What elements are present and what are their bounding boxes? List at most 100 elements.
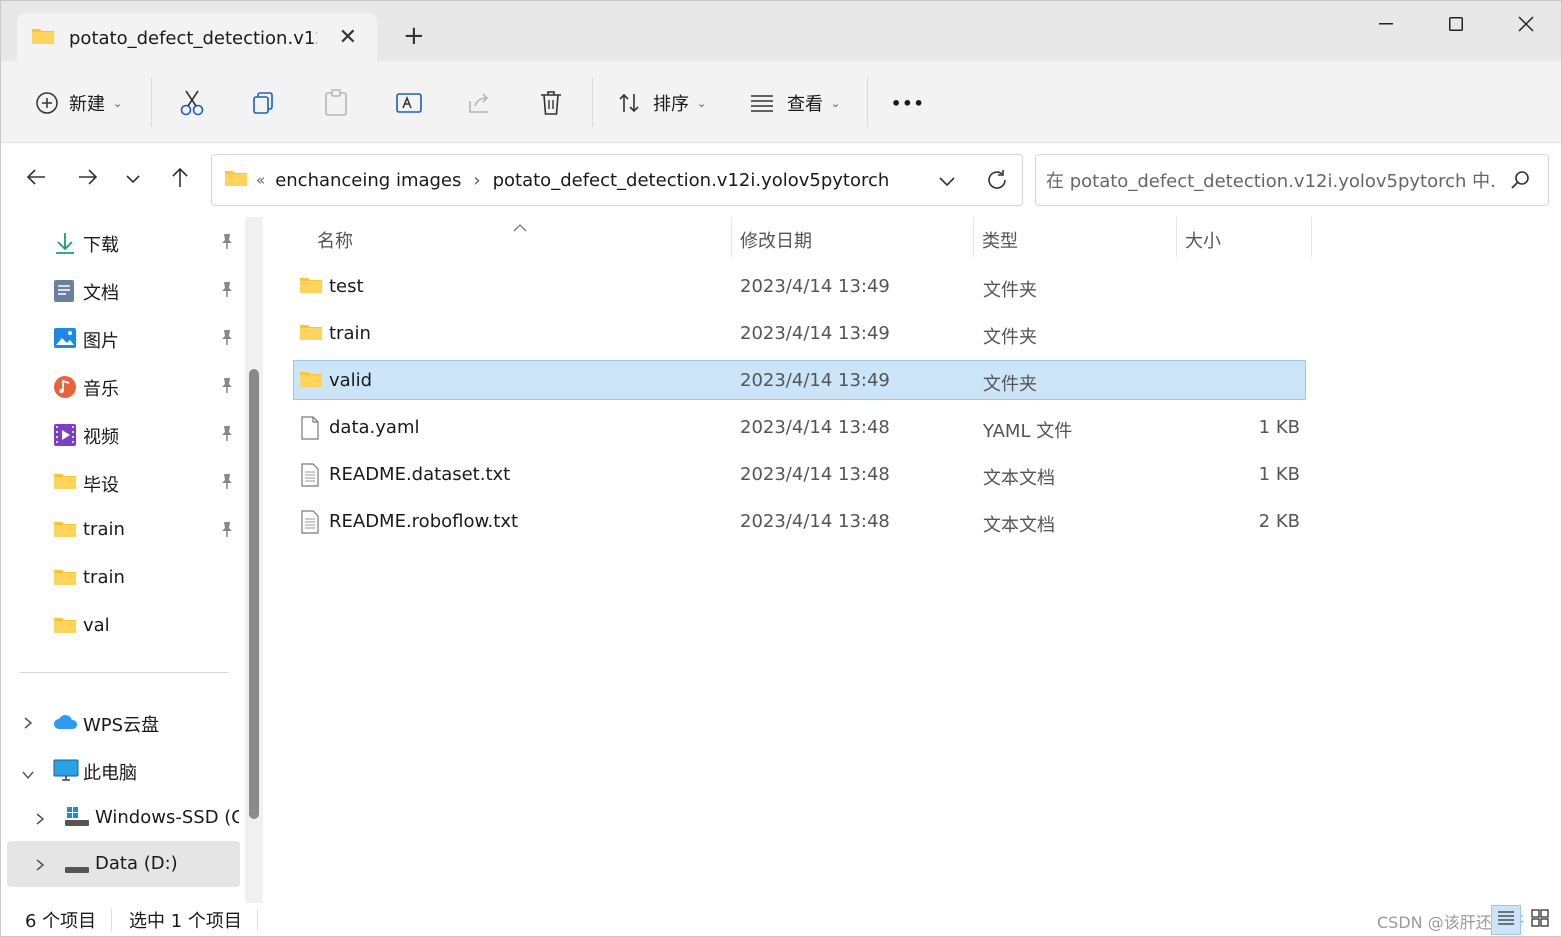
selected-count: 选中 1 个项目 xyxy=(129,911,242,932)
file-row[interactable]: train 2023/4/14 13:49 文件夹 xyxy=(293,314,1306,354)
sidebar-item-pictures[interactable]: 图片 xyxy=(1,315,241,361)
pin-icon[interactable] xyxy=(219,472,235,495)
file-size: 1 KB xyxy=(1258,417,1300,438)
sidebar-item-bishe[interactable]: 毕设 xyxy=(1,459,241,505)
sidebar-scrollbar[interactable] xyxy=(245,217,263,903)
folder-icon xyxy=(53,615,77,640)
rename-button[interactable] xyxy=(395,83,423,123)
chevron-right-icon[interactable] xyxy=(35,810,45,831)
maximize-button[interactable] xyxy=(1421,9,1491,39)
item-count: 6 个项目 xyxy=(25,911,97,932)
search-input[interactable]: 在 potato_defect_detection.v12i.yolov5pyt… xyxy=(1035,154,1549,206)
status-bar: 6 个项目 选中 1 个项目 CSDN @该肝还得肝 xyxy=(1,903,1561,936)
sidebar-item-wps-cloud[interactable]: WPS云盘 xyxy=(1,699,241,745)
chevron-right-icon[interactable] xyxy=(35,856,45,877)
sidebar-divider xyxy=(19,672,229,673)
column-divider[interactable] xyxy=(1176,217,1177,257)
back-arrow-icon[interactable] xyxy=(25,166,47,192)
close-window-button[interactable] xyxy=(1491,9,1561,39)
pin-icon[interactable] xyxy=(219,520,235,543)
sidebar-item-label: 视频 xyxy=(83,427,119,448)
add-circle-icon xyxy=(35,91,59,115)
breadcrumb-overflow[interactable]: « xyxy=(256,171,265,189)
breadcrumb-item[interactable]: potato_defect_detection.v12i.yolov5pytor… xyxy=(493,170,890,191)
paste-button[interactable] xyxy=(323,83,349,123)
minimize-button[interactable] xyxy=(1351,9,1421,39)
pin-icon[interactable] xyxy=(219,328,235,351)
tab-close-button[interactable]: ✕ xyxy=(339,25,357,50)
recent-locations-chevron-icon[interactable] xyxy=(125,170,141,189)
column-divider[interactable] xyxy=(731,217,732,257)
sidebar-item-train-2[interactable]: train xyxy=(1,555,241,601)
sort-button[interactable]: 排序 ⌄ xyxy=(617,83,706,123)
tab-active[interactable]: potato_defect_detection.v12i.yolov5pytor… xyxy=(17,13,377,63)
pictures-icon xyxy=(53,327,77,354)
more-options-button[interactable]: ••• xyxy=(891,83,925,123)
pin-icon[interactable] xyxy=(219,232,235,255)
sort-icon xyxy=(617,91,641,115)
folder-icon xyxy=(53,471,77,496)
share-icon xyxy=(467,91,493,115)
sidebar-item-this-pc[interactable]: 此电脑 xyxy=(1,747,241,793)
sidebar-item-label: WPS云盘 xyxy=(83,715,160,736)
up-arrow-icon[interactable] xyxy=(169,166,191,192)
sidebar-item-downloads[interactable]: 下载 xyxy=(1,219,241,265)
column-header-size[interactable]: 大小 xyxy=(1185,227,1221,253)
column-divider[interactable] xyxy=(1311,217,1312,257)
chevron-down-icon[interactable] xyxy=(938,172,956,193)
delete-button[interactable] xyxy=(539,83,563,123)
divider xyxy=(867,77,868,127)
column-header-date[interactable]: 修改日期 xyxy=(740,227,812,253)
sidebar-item-label: Windows-SSD (C xyxy=(95,807,239,828)
forward-arrow-icon[interactable] xyxy=(77,166,99,192)
file-name: test xyxy=(329,276,364,297)
sidebar-item-drive-d[interactable]: Data (D:) xyxy=(7,841,240,887)
cut-button[interactable] xyxy=(179,83,205,123)
new-tab-button[interactable]: + xyxy=(403,21,425,51)
file-row-selected[interactable]: valid 2023/4/14 13:49 文件夹 xyxy=(293,360,1306,400)
refresh-icon[interactable] xyxy=(986,168,1008,197)
file-row[interactable]: data.yaml 2023/4/14 13:48 YAML 文件 1 KB xyxy=(293,408,1306,448)
file-row[interactable]: test 2023/4/14 13:49 文件夹 xyxy=(293,267,1306,307)
sidebar-item-label: Data (D:) xyxy=(95,853,178,874)
sidebar-item-documents[interactable]: 文档 xyxy=(1,267,241,313)
sidebar-item-label: train xyxy=(83,567,125,588)
pin-icon[interactable] xyxy=(219,376,235,399)
breadcrumb-separator[interactable]: › xyxy=(473,170,480,191)
windows-drive-icon xyxy=(65,807,89,832)
new-button[interactable]: 新建 ⌄ xyxy=(35,83,122,123)
clipboard-icon xyxy=(323,89,349,117)
share-button[interactable] xyxy=(467,83,493,123)
pin-icon[interactable] xyxy=(219,280,235,303)
details-view-button[interactable] xyxy=(1491,905,1521,935)
search-icon[interactable] xyxy=(1510,170,1530,195)
copy-button[interactable] xyxy=(251,83,277,123)
sidebar-item-music[interactable]: 音乐 xyxy=(1,363,241,409)
view-button[interactable]: 查看 ⌄ xyxy=(749,83,840,123)
scrollbar-thumb[interactable] xyxy=(249,369,259,819)
sidebar-item-train[interactable]: train xyxy=(1,507,241,553)
sidebar-item-val[interactable]: val xyxy=(1,603,241,649)
rename-icon xyxy=(395,90,423,116)
chevron-right-icon[interactable] xyxy=(23,714,33,735)
file-row[interactable]: README.roboflow.txt 2023/4/14 13:48 文本文档… xyxy=(293,502,1306,542)
view-list-icon xyxy=(749,93,775,113)
file-row[interactable]: README.dataset.txt 2023/4/14 13:48 文本文档 … xyxy=(293,455,1306,495)
download-icon xyxy=(53,231,77,260)
sidebar-item-drive-c[interactable]: Windows-SSD (C xyxy=(1,795,241,841)
sidebar-item-videos[interactable]: 视频 xyxy=(1,411,241,457)
column-header-type[interactable]: 类型 xyxy=(982,227,1018,253)
thumbnail-view-button[interactable] xyxy=(1525,905,1555,935)
column-header-name[interactable]: 名称 xyxy=(317,227,353,253)
file-date: 2023/4/14 13:49 xyxy=(740,370,890,391)
chevron-down-icon[interactable] xyxy=(21,764,35,785)
column-divider[interactable] xyxy=(973,217,974,257)
address-bar[interactable]: « enchanceing images › potato_defect_det… xyxy=(211,154,1023,206)
sidebar-item-label: val xyxy=(83,615,110,636)
folder-icon xyxy=(224,168,248,193)
breadcrumb-item[interactable]: enchanceing images xyxy=(275,170,461,191)
sidebar-item-label: 毕设 xyxy=(83,475,119,496)
pin-icon[interactable] xyxy=(219,424,235,447)
divider xyxy=(592,77,593,127)
file-date: 2023/4/14 13:48 xyxy=(740,417,890,438)
